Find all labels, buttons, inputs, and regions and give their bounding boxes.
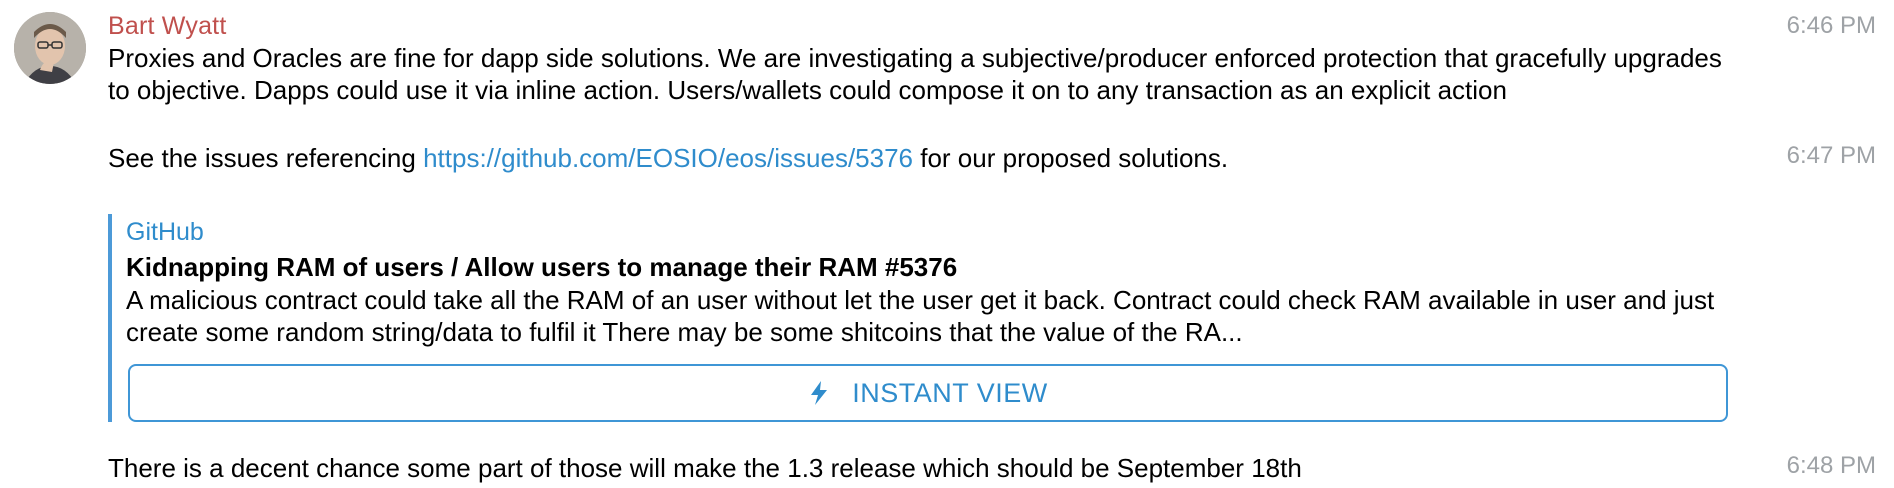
message-text-before-link: See the issues referencing	[108, 143, 424, 173]
message-text-after-link: for our proposed solutions.	[913, 143, 1229, 173]
message-text: See the issues referencing https://githu…	[108, 142, 1748, 174]
avatar-photo-icon	[14, 12, 86, 84]
author-name[interactable]: Bart Wyatt	[108, 12, 226, 41]
preview-title: Kidnapping RAM of users / Allow users to…	[126, 252, 958, 282]
issue-link[interactable]: https://github.com/EOSIO/eos/issues/5376	[423, 143, 913, 173]
instant-view-label: INSTANT VIEW	[852, 377, 1048, 408]
avatar[interactable]	[14, 12, 86, 84]
message-timestamp: 6:47 PM	[1786, 142, 1876, 169]
preview-site-name: GitHub	[126, 218, 204, 246]
link-preview[interactable]: GitHub Kidnapping RAM of users / Allow u…	[108, 214, 1728, 422]
message-timestamp: 6:48 PM	[1786, 452, 1876, 479]
message-timestamp: 6:46 PM	[1786, 12, 1876, 39]
instant-view-button[interactable]: INSTANT VIEW	[128, 364, 1728, 422]
message-text: Proxies and Oracles are fine for dapp si…	[108, 43, 1722, 105]
lightning-bolt-icon	[811, 381, 828, 405]
preview-description: A malicious contract could take all the …	[126, 285, 1715, 347]
message-text: There is a decent chance some part of th…	[108, 453, 1302, 483]
